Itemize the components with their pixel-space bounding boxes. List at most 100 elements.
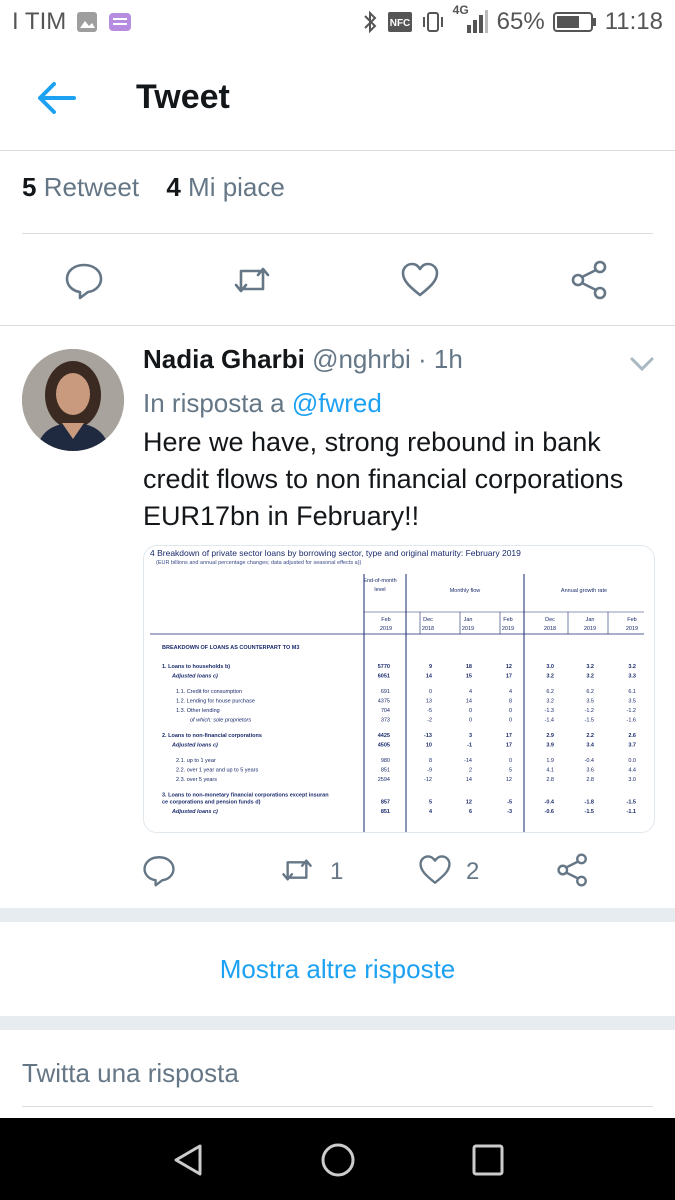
table-cell: 5 (429, 800, 432, 806)
table-row-label: ce corporations and pension funds d) (162, 800, 261, 806)
table-subheader: Jan (464, 617, 473, 623)
table-cell: 8 (509, 699, 512, 705)
share-icon[interactable] (570, 260, 610, 300)
table-cell: 3.3 (628, 674, 636, 680)
table-group-header: Annual growth rate (561, 588, 607, 594)
table-subheader: Feb (381, 617, 390, 623)
table-cell: 0 (429, 689, 432, 695)
tweet-media-image[interactable]: 4 Breakdown of private sector loans by b… (143, 545, 655, 833)
table-cell: 6 (469, 809, 472, 815)
tweet-text: Here we have, strong rebound in bank cre… (143, 427, 624, 531)
show-more-replies-label[interactable]: Mostra altre risposte (220, 954, 456, 985)
engagement-stats: 5 Retweet 4 Mi piace (22, 172, 285, 203)
table-cell: 851 (381, 809, 390, 815)
table-cell: -1.5 (585, 718, 594, 724)
table-subheader: 2019 (380, 626, 392, 632)
table-cell: 12 (466, 800, 472, 806)
reply-input[interactable]: Twitta una risposta (22, 1058, 239, 1089)
divider (22, 233, 653, 234)
table-cell: 14 (466, 777, 472, 783)
author-handle[interactable]: @nghrbi (312, 344, 411, 374)
show-more-replies-button[interactable]: Mostra altre risposte (0, 922, 675, 1016)
heart-icon[interactable] (418, 853, 452, 887)
table-cell: 3.2 (546, 674, 554, 680)
nfc-icon: NFC (387, 12, 412, 32)
like-count: 2 (466, 858, 480, 885)
table-cell: 0.0 (628, 758, 636, 764)
table-cell: 6.2 (546, 689, 554, 695)
table-subheader: 2018 (422, 626, 434, 632)
status-bar: I TIM NFC 4G 65% 11:18 (0, 0, 675, 44)
table-cell: 12 (506, 664, 512, 670)
table-cell: 17 (506, 743, 512, 749)
table-cell: 3 (469, 733, 472, 739)
table-cell: 3.6 (586, 768, 594, 774)
table-cell: 4 (509, 689, 512, 695)
section-separator (0, 908, 675, 922)
in-reply-handle[interactable]: @fwred (292, 388, 382, 418)
home-circle-icon[interactable] (318, 1140, 358, 1180)
table-cell: 3.7 (628, 743, 636, 749)
table-subheader: 2019 (626, 626, 638, 632)
table-cell: -1.8 (585, 800, 594, 806)
table-cell: 3.0 (546, 664, 554, 670)
table-cell: 3.0 (628, 777, 636, 783)
author-name[interactable]: Nadia Gharbi (143, 344, 305, 374)
table-cell: 4375 (378, 699, 390, 705)
table-cell: 3.2 (586, 664, 594, 670)
table-cell: 4 (429, 809, 433, 815)
in-reply-to: In risposta a @fwred (143, 388, 382, 419)
chevron-down-icon[interactable] (628, 354, 656, 374)
table-cell: 3.5 (586, 699, 594, 705)
media-table: 4 Breakdown of private sector loans by b… (150, 548, 644, 832)
retweet-label[interactable]: Retweet (44, 172, 139, 202)
like-label[interactable]: Mi piace (188, 172, 285, 202)
table-cell: 2.8 (586, 777, 594, 783)
reply-input-underline (22, 1106, 653, 1107)
recents-square-icon[interactable] (468, 1140, 508, 1180)
retweet-icon[interactable] (232, 260, 272, 300)
table-cell: -0.6 (545, 809, 554, 815)
table-cell: 851 (381, 768, 390, 774)
table-cell: 4.4 (628, 768, 636, 774)
table-cell: 4425 (378, 733, 390, 739)
retweet-count[interactable]: 5 (22, 172, 36, 202)
app-bar: Tweet (0, 44, 675, 151)
arrow-left-icon[interactable] (34, 80, 78, 116)
table-cell: -12 (424, 777, 432, 783)
separator-dot: · (417, 344, 427, 374)
table-cell: 0 (509, 758, 512, 764)
share-icon[interactable] (556, 853, 590, 887)
table-cell: 704 (381, 708, 390, 714)
table-cell: 8 (429, 758, 432, 764)
table-cell: 3.2 (546, 699, 554, 705)
table-row-label: 2. Loans to non-financial corporations (162, 733, 262, 739)
gallery-icon (77, 12, 98, 32)
table-cell: -14 (464, 758, 472, 764)
table-cell: -0.4 (545, 800, 555, 806)
like-count[interactable]: 4 (166, 172, 180, 202)
table-cell: 4 (469, 689, 472, 695)
main-tweet-actions (0, 250, 675, 310)
table-cell: 1.9 (546, 758, 554, 764)
table-cell: -2 (427, 718, 432, 724)
reply-icon[interactable] (142, 853, 176, 887)
heart-icon[interactable] (400, 260, 440, 300)
table-section-title: BREAKDOWN OF LOANS AS COUNTERPART TO M3 (162, 645, 299, 651)
table-cell: 13 (426, 699, 432, 705)
table-row-label: of which: sole proprietors (190, 718, 251, 724)
table-row-label: Adjusted loans c) (171, 743, 218, 749)
retweet-icon[interactable] (280, 853, 314, 887)
svg-text:NFC: NFC (389, 18, 410, 29)
table-cell: 0 (509, 708, 512, 714)
avatar[interactable] (22, 349, 124, 451)
table-cell: 373 (381, 718, 390, 724)
table-cell: 10 (426, 743, 432, 749)
reply-icon[interactable] (64, 260, 104, 300)
table-cell: -9 (427, 768, 432, 774)
table-cell: 12 (506, 777, 512, 783)
table-row-label: Adjusted loans c) (171, 674, 218, 680)
table-cell: 17 (506, 674, 512, 680)
table-cell: 2.6 (628, 733, 636, 739)
back-triangle-icon[interactable] (168, 1140, 208, 1180)
